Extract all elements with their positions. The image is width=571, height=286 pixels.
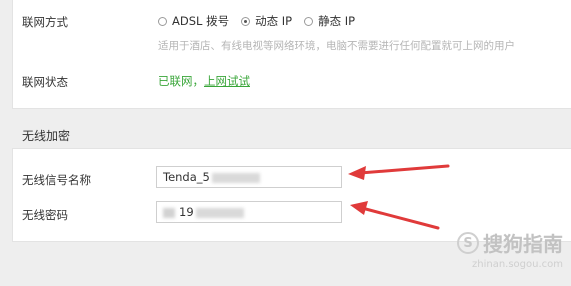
arrow-to-password bbox=[350, 201, 440, 230]
watermark: S 搜狗指南 zhinan.sogou.com bbox=[457, 228, 563, 270]
arrow-to-ssid bbox=[348, 164, 450, 180]
sogou-logo-icon: S bbox=[457, 231, 479, 254]
watermark-url: zhinan.sogou.com bbox=[471, 259, 563, 270]
watermark-logo: S 搜狗指南 bbox=[457, 228, 563, 257]
watermark-text: 搜狗指南 bbox=[483, 232, 563, 256]
